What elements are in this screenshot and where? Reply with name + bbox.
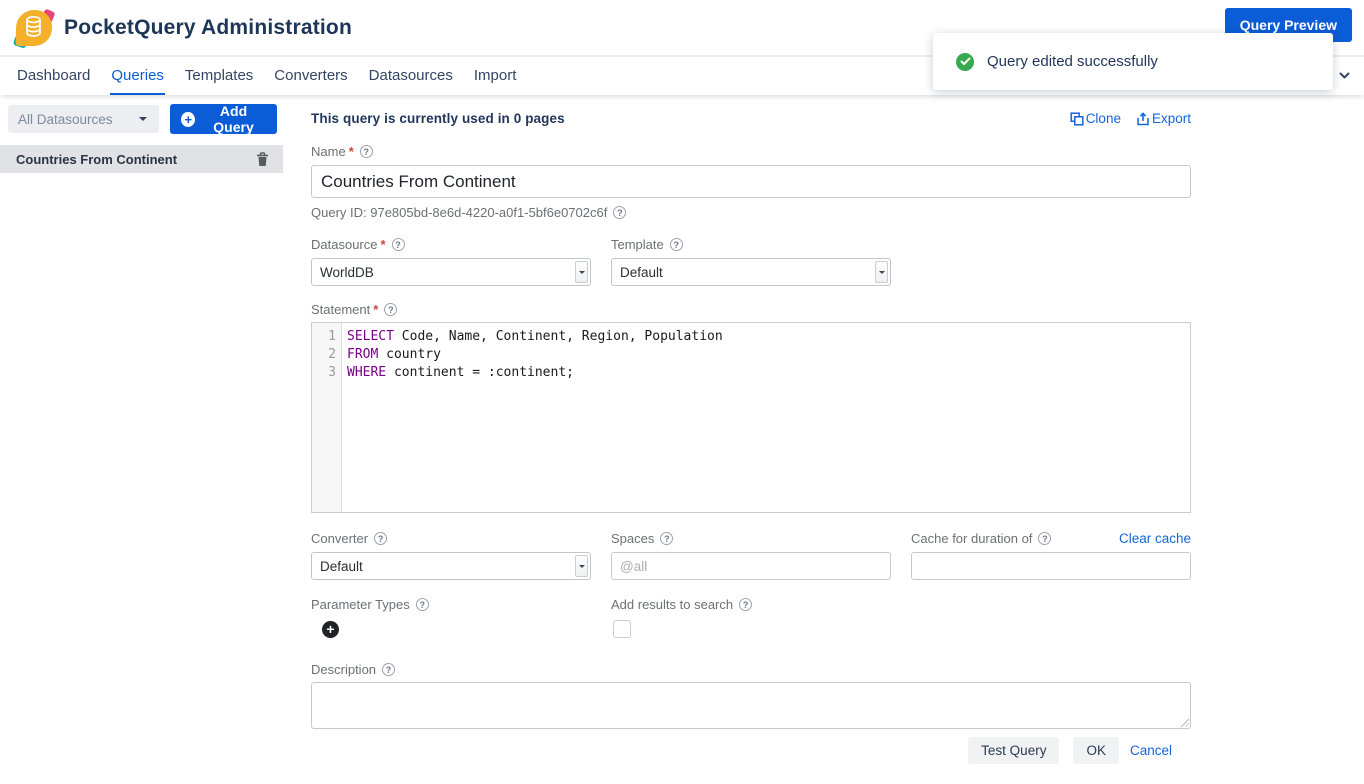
datasource-filter-select[interactable]: All Datasources: [8, 105, 159, 133]
help-icon[interactable]: ?: [670, 238, 683, 251]
query-edit-form: This query is currently used in 0 pages …: [311, 95, 1191, 764]
page-title: PocketQuery Administration: [64, 16, 352, 40]
template-value: Default: [620, 265, 663, 280]
toast-message: Query edited successfully: [987, 53, 1158, 70]
help-icon[interactable]: ?: [392, 238, 405, 251]
query-list-item[interactable]: Countries From Continent: [0, 145, 283, 173]
ok-button[interactable]: OK: [1073, 737, 1119, 764]
clone-icon: [1070, 112, 1084, 126]
help-icon[interactable]: ?: [360, 145, 373, 158]
add-query-label: Add Query: [201, 103, 266, 135]
datasource-filter-value: All Datasources: [18, 112, 113, 127]
tab-converters[interactable]: Converters: [273, 59, 348, 95]
delete-query-button[interactable]: [256, 152, 269, 167]
tab-datasources[interactable]: Datasources: [368, 59, 454, 95]
parameter-types-label: Parameter Types ?: [311, 597, 591, 612]
help-icon[interactable]: ?: [382, 663, 395, 676]
help-icon[interactable]: ?: [1038, 532, 1051, 545]
spaces-input[interactable]: [611, 552, 891, 580]
query-id: Query ID: 97e805bd-8e6d-4220-a0f1-5bf6e0…: [311, 205, 1191, 220]
success-check-icon: [956, 53, 974, 71]
sidebar-controls: All Datasources + Add Query: [0, 95, 283, 134]
usage-info: This query is currently used in 0 pages: [311, 111, 565, 126]
chevron-down-icon: [139, 117, 147, 125]
trash-icon: [256, 152, 269, 167]
statement-editor[interactable]: 123 SELECT Code, Name, Continent, Region…: [311, 322, 1191, 513]
converter-label: Converter ?: [311, 531, 591, 546]
datasource-label: Datasource* ?: [311, 237, 591, 252]
query-sidebar: All Datasources + Add Query Countries Fr…: [0, 95, 283, 784]
select-arrow-icon: [875, 261, 888, 283]
cache-duration-input[interactable]: [911, 552, 1191, 580]
plus-circle-icon: +: [181, 112, 195, 127]
help-icon[interactable]: ?: [660, 532, 673, 545]
help-icon[interactable]: ?: [374, 532, 387, 545]
nav-tabs: Dashboard Queries Templates Converters Datas…: [16, 59, 517, 95]
select-arrow-icon: [575, 555, 588, 577]
converter-select[interactable]: Default: [311, 552, 591, 580]
datasource-select[interactable]: WorldDB: [311, 258, 591, 286]
help-icon[interactable]: ?: [384, 303, 397, 316]
spaces-label: Spaces ?: [611, 531, 891, 546]
cancel-link[interactable]: Cancel: [1130, 743, 1172, 758]
select-arrow-icon: [575, 261, 588, 283]
add-to-search-label: Add results to search ?: [611, 597, 891, 612]
tab-templates[interactable]: Templates: [184, 59, 254, 95]
clear-cache-link[interactable]: Clear cache: [1119, 531, 1191, 546]
tab-queries[interactable]: Queries: [110, 59, 165, 95]
add-parameter-button[interactable]: +: [322, 621, 339, 638]
name-label: Name* ?: [311, 144, 1191, 159]
help-icon[interactable]: ?: [739, 598, 752, 611]
database-icon: [25, 16, 42, 37]
statement-label: Statement* ?: [311, 302, 1191, 317]
help-icon[interactable]: ?: [613, 206, 626, 219]
tab-dashboard[interactable]: Dashboard: [16, 59, 91, 95]
add-query-button[interactable]: + Add Query: [170, 104, 277, 134]
description-label: Description ?: [311, 662, 1191, 677]
template-select[interactable]: Default: [611, 258, 891, 286]
test-query-button[interactable]: Test Query: [968, 737, 1059, 764]
datasource-value: WorldDB: [320, 265, 374, 280]
chevron-down-icon[interactable]: [1337, 68, 1352, 83]
export-link[interactable]: Export: [1136, 111, 1191, 126]
pocketquery-logo-icon: [14, 8, 54, 48]
template-label: Template ?: [611, 237, 891, 252]
converter-value: Default: [320, 559, 363, 574]
toast-notification: Query edited successfully: [933, 33, 1333, 90]
add-to-search-checkbox[interactable]: [613, 620, 631, 638]
description-textarea[interactable]: [311, 682, 1191, 729]
help-icon[interactable]: ?: [416, 598, 429, 611]
statement-gutter: 123: [312, 323, 342, 512]
export-icon: [1136, 112, 1150, 126]
clone-link[interactable]: Clone: [1070, 111, 1121, 126]
statement-code: SELECT Code, Name, Continent, Region, Po…: [342, 323, 1190, 512]
tab-import[interactable]: Import: [473, 59, 518, 95]
cache-label: Cache for duration of ?: [911, 531, 1051, 546]
name-input[interactable]: [311, 165, 1191, 198]
query-item-name: Countries From Continent: [16, 152, 256, 167]
